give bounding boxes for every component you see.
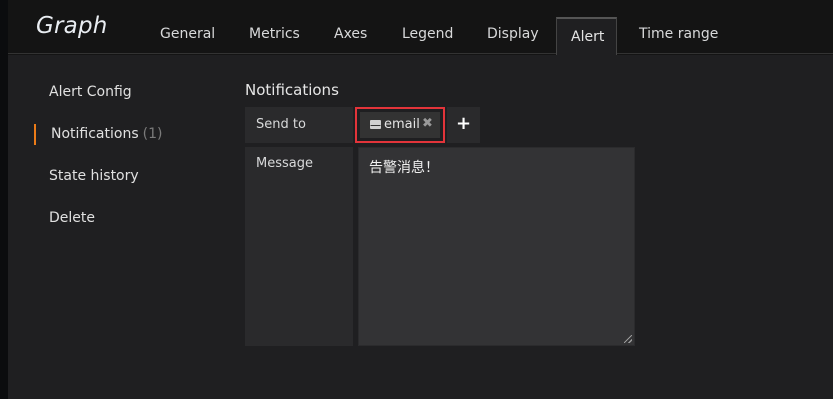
remove-channel-icon[interactable]: ✖ xyxy=(422,116,433,131)
sidebar-item-label: Delete xyxy=(49,210,95,226)
sidebar-item-label: Alert Config xyxy=(49,84,132,100)
message-textarea[interactable]: 告警消息！ xyxy=(358,147,635,346)
tab-alert-label: Alert xyxy=(571,29,605,45)
message-label: Message xyxy=(245,147,353,346)
sidebar-item-delete[interactable]: Delete xyxy=(49,210,95,226)
tab-metrics[interactable]: Metrics xyxy=(249,26,300,42)
header-divider xyxy=(8,53,833,54)
tab-display[interactable]: Display xyxy=(487,26,539,42)
sidebar-item-label: State history xyxy=(49,168,139,184)
add-channel-button[interactable]: + xyxy=(447,107,480,143)
tab-legend[interactable]: Legend xyxy=(402,26,453,42)
notifications-heading: Notifications xyxy=(245,81,339,99)
left-edge xyxy=(0,0,8,399)
tab-axes[interactable]: Axes xyxy=(334,26,367,42)
tab-time-range[interactable]: Time range xyxy=(639,26,718,42)
sidebar-item-label: Notifications xyxy=(51,126,139,142)
sidebar-item-notifications[interactable]: Notifications (1) xyxy=(51,126,162,142)
send-to-label: Send to xyxy=(245,107,353,143)
tab-alert[interactable]: Alert xyxy=(556,17,617,55)
notification-channel-chip[interactable]: email ✖ xyxy=(360,112,440,138)
message-text: 告警消息！ xyxy=(369,160,439,176)
message-label-text: Message xyxy=(256,156,313,171)
send-to-label-text: Send to xyxy=(256,117,306,132)
active-item-marker xyxy=(34,124,36,145)
panel-title: Graph xyxy=(36,13,108,39)
channel-name: email xyxy=(384,117,420,132)
sidebar-item-alert-config[interactable]: Alert Config xyxy=(49,84,132,100)
app-frame: Graph General Metrics Axes Legend Displa… xyxy=(0,0,833,399)
resize-handle-icon[interactable] xyxy=(624,335,632,343)
envelope-icon xyxy=(370,120,381,129)
tab-general[interactable]: General xyxy=(160,26,215,42)
notifications-count: (1) xyxy=(142,126,163,142)
sidebar-item-state-history[interactable]: State history xyxy=(49,168,139,184)
